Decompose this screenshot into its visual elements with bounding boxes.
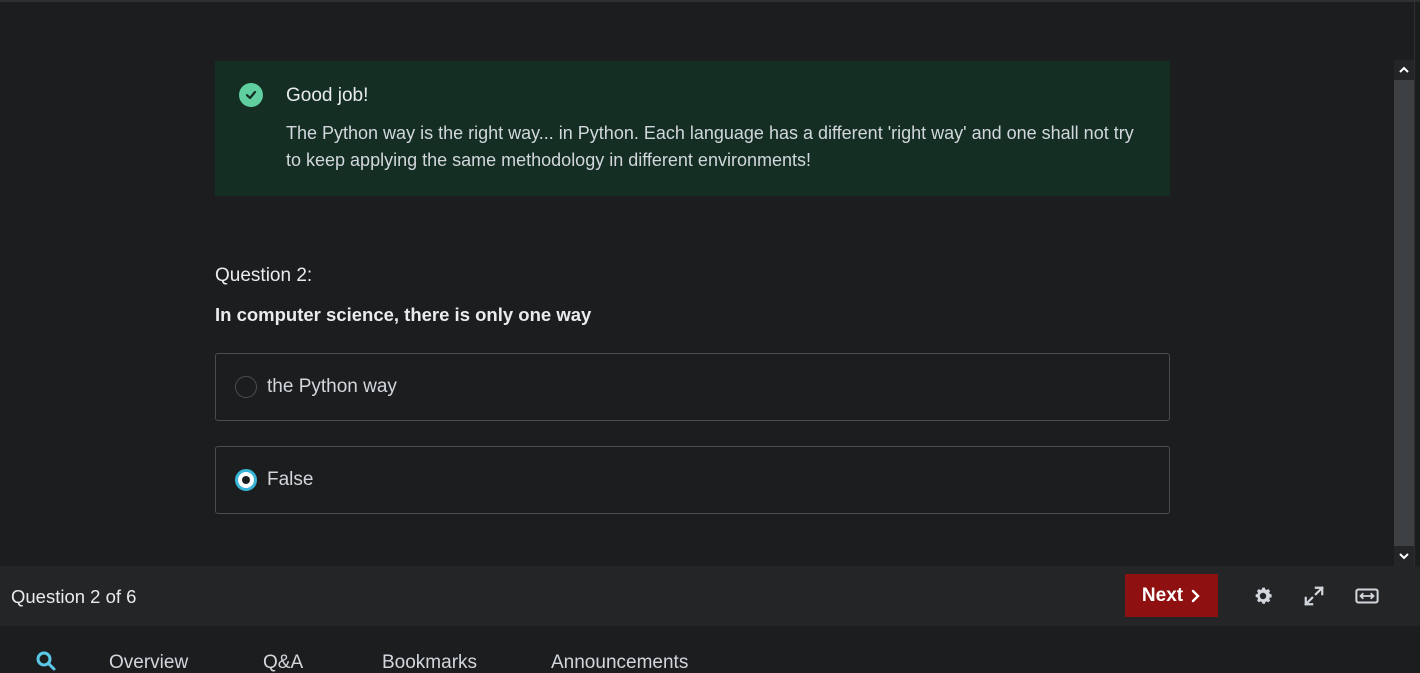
fullscreen-expand-icon[interactable]	[1302, 584, 1326, 608]
tab-bookmarks[interactable]: Bookmarks	[382, 652, 477, 673]
chevron-right-icon	[1191, 589, 1200, 602]
feedback-title: Good job!	[286, 85, 369, 106]
player-footer: Question 2 of 6 Next	[0, 566, 1420, 626]
scroll-up-button[interactable]	[1394, 60, 1414, 80]
expand-width-icon[interactable]	[1355, 584, 1379, 608]
right-edge	[1414, 2, 1420, 566]
scroll-thumb[interactable]	[1394, 80, 1414, 546]
chevron-down-icon	[1399, 553, 1409, 560]
answer-option-selected[interactable]: False	[215, 446, 1170, 514]
tab-qa[interactable]: Q&A	[263, 652, 303, 673]
tab-announcements[interactable]: Announcements	[551, 652, 688, 673]
settings-gear-icon[interactable]	[1251, 584, 1275, 608]
answer-label: False	[267, 469, 314, 490]
answer-label: the Python way	[267, 376, 397, 397]
next-button[interactable]: Next	[1125, 574, 1218, 617]
vertical-scrollbar[interactable]	[1394, 60, 1414, 566]
question-number: Question 2:	[215, 265, 313, 286]
quiz-content: Good job! The Python way is the right wa…	[0, 2, 1394, 566]
scroll-down-button[interactable]	[1394, 546, 1414, 566]
course-tabs: Overview Q&A Bookmarks Announcements	[0, 626, 1420, 673]
feedback-body: The Python way is the right way... in Py…	[286, 123, 1134, 170]
radio-checked-icon[interactable]	[235, 469, 257, 491]
search-icon[interactable]	[35, 650, 57, 672]
next-button-label: Next	[1141, 584, 1184, 606]
check-circle-icon	[239, 83, 263, 107]
radio-unchecked-icon[interactable]	[235, 376, 257, 398]
chevron-up-icon	[1399, 66, 1409, 73]
question-prompt: In computer science, there is only one w…	[215, 304, 592, 325]
tab-overview[interactable]: Overview	[109, 652, 188, 673]
question-progress: Question 2 of 6	[11, 586, 137, 607]
answer-option[interactable]: the Python way	[215, 353, 1170, 421]
quiz-player: Good job! The Python way is the right wa…	[0, 0, 1420, 673]
feedback-panel: Good job! The Python way is the right wa…	[215, 61, 1170, 196]
